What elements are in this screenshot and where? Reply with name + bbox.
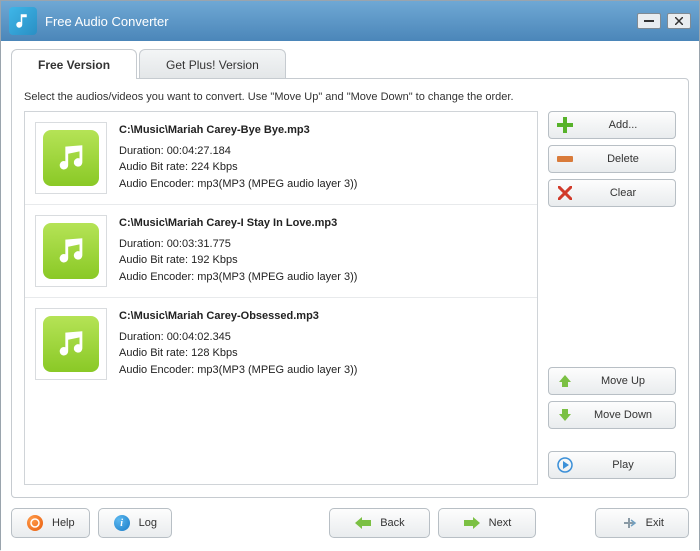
window-controls (637, 13, 699, 29)
app-icon (9, 7, 37, 35)
log-button[interactable]: i Log (98, 508, 172, 538)
tab-free-version[interactable]: Free Version (11, 49, 137, 79)
file-path: C:\Music\Mariah Carey-Obsessed.mp3 (119, 308, 357, 325)
minus-icon (557, 151, 573, 167)
file-list[interactable]: C:\Music\Mariah Carey-Bye Bye.mp3 Durati… (24, 111, 538, 485)
file-bitrate: Audio Bit rate: 224 Kbps (119, 159, 357, 176)
file-bitrate: Audio Bit rate: 128 Kbps (119, 345, 357, 362)
delete-button[interactable]: Delete (548, 145, 676, 173)
file-duration: Duration: 00:04:27.184 (119, 143, 357, 160)
main-panel: Select the audios/videos you want to con… (11, 78, 689, 498)
arrow-up-icon (557, 373, 573, 389)
file-encoder: Audio Encoder: mp3(MP3 (MPEG audio layer… (119, 362, 357, 379)
arrow-right-icon (463, 514, 481, 532)
move-up-button[interactable]: Move Up (548, 367, 676, 395)
clear-button[interactable]: Clear (548, 179, 676, 207)
help-icon (26, 514, 44, 532)
bottom-bar: Help i Log Back Next Exit (11, 508, 689, 538)
exit-button[interactable]: Exit (595, 508, 689, 538)
move-down-button[interactable]: Move Down (548, 401, 676, 429)
file-path: C:\Music\Mariah Carey-I Stay In Love.mp3 (119, 215, 357, 232)
help-button[interactable]: Help (11, 508, 90, 538)
list-item[interactable]: C:\Music\Mariah Carey-Bye Bye.mp3 Durati… (25, 112, 537, 205)
file-encoder: Audio Encoder: mp3(MP3 (MPEG audio layer… (119, 176, 357, 193)
file-bitrate: Audio Bit rate: 192 Kbps (119, 252, 357, 269)
list-item[interactable]: C:\Music\Mariah Carey-Obsessed.mp3 Durat… (25, 298, 537, 390)
instruction-text: Select the audios/videos you want to con… (24, 91, 676, 103)
add-button[interactable]: Add... (548, 111, 676, 139)
next-button[interactable]: Next (438, 508, 537, 538)
music-icon (35, 122, 107, 194)
arrow-left-icon (354, 514, 372, 532)
play-icon (557, 457, 573, 473)
side-buttons: Add... Delete Clear Move Up (548, 111, 676, 485)
list-item[interactable]: C:\Music\Mariah Carey-I Stay In Love.mp3… (25, 205, 537, 298)
tab-get-plus-version[interactable]: Get Plus! Version (139, 49, 286, 79)
plus-icon (557, 117, 573, 133)
x-icon (557, 185, 573, 201)
minimize-button[interactable] (637, 13, 661, 29)
app-window: Free Audio Converter Free Version Get Pl… (0, 0, 700, 550)
file-path: C:\Music\Mariah Carey-Bye Bye.mp3 (119, 122, 357, 139)
file-encoder: Audio Encoder: mp3(MP3 (MPEG audio layer… (119, 269, 357, 286)
info-icon: i (113, 514, 131, 532)
play-button[interactable]: Play (548, 451, 676, 479)
exit-icon (620, 514, 638, 532)
music-icon (35, 308, 107, 380)
file-duration: Duration: 00:03:31.775 (119, 236, 357, 253)
close-button[interactable] (667, 13, 691, 29)
window-title: Free Audio Converter (45, 14, 169, 29)
titlebar: Free Audio Converter (1, 1, 699, 41)
arrow-down-icon (557, 407, 573, 423)
file-duration: Duration: 00:04:02.345 (119, 329, 357, 346)
music-icon (35, 215, 107, 287)
tabs: Free Version Get Plus! Version (11, 49, 689, 79)
back-button[interactable]: Back (329, 508, 429, 538)
